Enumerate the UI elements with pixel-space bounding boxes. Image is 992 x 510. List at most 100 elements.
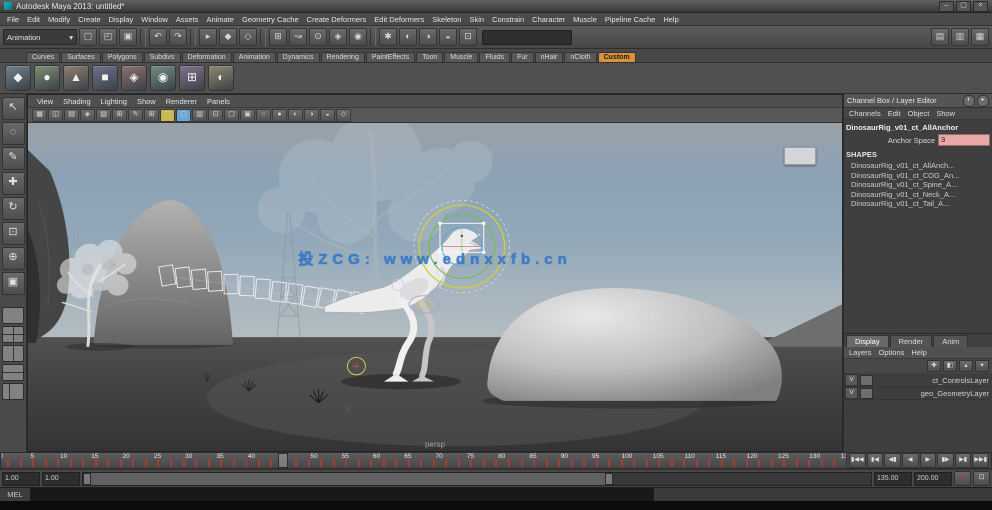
layer-menu-layers[interactable]: Layers (849, 348, 872, 357)
resolution-gate-icon[interactable]: ▢ (176, 109, 191, 122)
layer-row[interactable]: Vgeo_GeometryLayer (845, 387, 991, 400)
camera-attributes-icon[interactable]: ▤ (64, 109, 79, 122)
snap-to-point-icon[interactable]: ⊙ (309, 28, 327, 46)
lasso-tool[interactable]: ◌ (2, 122, 25, 145)
frame-label[interactable]: 20 (123, 453, 130, 460)
keyframe-tick[interactable] (533, 459, 535, 467)
layer-visibility-toggle[interactable]: V (845, 387, 858, 399)
menu-edit-deformers[interactable]: Edit Deformers (370, 15, 428, 24)
channel-box-shape-item[interactable]: DinosaurRig_v01_ct_Spine_A... (846, 180, 990, 190)
select-by-hierarchy-icon[interactable]: ▸ (199, 28, 217, 46)
keyframe-tick[interactable] (721, 459, 723, 467)
undo-icon[interactable]: ↶ (149, 28, 167, 46)
menu-edit[interactable]: Edit (23, 15, 44, 24)
playback-range-bar[interactable] (83, 473, 611, 485)
keyframe-tick[interactable] (671, 459, 673, 467)
shelf-tab-ncloth[interactable]: nCloth (564, 52, 596, 62)
keyframe-tick[interactable] (470, 459, 472, 467)
keyframe-tick[interactable] (733, 459, 735, 467)
animation-start-field[interactable]: 1.00 (2, 472, 40, 486)
xray-toggle-icon[interactable]: ◇ (336, 109, 351, 122)
range-end-handle[interactable] (605, 473, 613, 485)
keyframe-tick[interactable] (120, 459, 122, 467)
keyframe-tick[interactable] (708, 459, 710, 467)
menu-pipeline-cache[interactable]: Pipeline Cache (601, 15, 659, 24)
shelf-tab-nhair[interactable]: nHair (535, 52, 564, 62)
keyframe-tick[interactable] (621, 459, 623, 467)
construction-history-icon[interactable]: ✱ (379, 28, 397, 46)
keyframe-tick[interactable] (558, 459, 560, 467)
keyframe-tick[interactable] (445, 459, 447, 467)
keyframe-tick[interactable] (608, 459, 610, 467)
shelf-tab-subdivs[interactable]: Subdivs (144, 52, 181, 62)
layer-menu-help[interactable]: Help (911, 348, 926, 357)
command-line-mode-button[interactable]: MEL (0, 488, 31, 501)
keyframe-tick[interactable] (45, 459, 47, 467)
open-scene-icon[interactable]: ◰ (99, 28, 117, 46)
keyframe-tick[interactable] (220, 459, 222, 467)
shelf-tab-animation[interactable]: Animation (233, 52, 276, 62)
lock-camera-icon[interactable]: ◫ (48, 109, 63, 122)
maximize-button[interactable]: ▢ (956, 1, 971, 12)
keyframe-tick[interactable] (95, 459, 97, 467)
frame-label[interactable]: 60 (373, 453, 380, 460)
current-time-indicator[interactable] (278, 453, 288, 468)
channel-box-menu-show[interactable]: Show (936, 109, 955, 118)
image-plane-icon[interactable]: ▧ (96, 109, 111, 122)
frame-label[interactable]: 10 (60, 453, 67, 460)
snap-to-curve-icon[interactable]: ↝ (289, 28, 307, 46)
keyframe-tick[interactable] (383, 459, 385, 467)
frame-label[interactable]: 130 (809, 453, 820, 460)
snap-to-grid-icon[interactable]: ⊞ (269, 28, 287, 46)
keyframe-tick[interactable] (395, 459, 397, 467)
shelf-tab-polygons[interactable]: Polygons (102, 52, 143, 62)
render-settings-icon[interactable]: ⊡ (459, 28, 477, 46)
frame-label[interactable]: 120 (747, 453, 758, 460)
range-start-handle[interactable] (83, 473, 91, 485)
move-layer-up-icon[interactable]: ▴ (959, 360, 973, 372)
playback-range-slider[interactable] (82, 472, 872, 486)
menu-help[interactable]: Help (659, 15, 682, 24)
keyframe-tick[interactable] (796, 459, 798, 467)
frame-label[interactable]: 80 (498, 453, 505, 460)
new-empty-layer-icon[interactable]: ✚ (927, 360, 941, 372)
channel-box-menu-edit[interactable]: Edit (888, 109, 901, 118)
viewport-canvas[interactable]: 投ZCG: www.ednxxfb.cn persp (28, 123, 842, 451)
render-current-frame-icon[interactable]: ◑ (419, 28, 437, 46)
panel-menu-renderer[interactable]: Renderer (162, 97, 201, 106)
new-scene-icon[interactable]: ▢ (79, 28, 97, 46)
channel-box-shape-item[interactable]: DinosaurRig_v01_ct_Tail_A... (846, 199, 990, 209)
keyframe-tick[interactable] (495, 459, 497, 467)
shelf-tab-painteffects[interactable]: PaintEffects (366, 52, 415, 62)
play-backwards-button[interactable]: ◀ (902, 453, 919, 468)
film-gate-icon[interactable]: ▢ (160, 109, 175, 122)
last-tool[interactable]: ▣ (2, 272, 25, 295)
next-key-button[interactable]: ▮▶ (937, 453, 954, 468)
shelf-item-3[interactable]: ▲ (63, 65, 89, 91)
frame-label[interactable]: 50 (310, 453, 317, 460)
paint-select-tool[interactable]: ✎ (2, 147, 25, 170)
shelf-tab-curves[interactable]: Curves (26, 52, 60, 62)
select-by-component-icon[interactable]: ◇ (239, 28, 257, 46)
layer-menu-options[interactable]: Options (879, 348, 905, 357)
shelf-tab-custom[interactable]: Custom (598, 52, 636, 62)
frame-label[interactable]: 110 (684, 453, 694, 460)
step-forward-frame-button[interactable]: ▶▮ (955, 453, 972, 468)
layer-type-box[interactable] (860, 388, 873, 399)
frame-label[interactable]: 70 (436, 453, 443, 460)
new-layer-from-selected-icon[interactable]: ◧ (943, 360, 957, 372)
panel-options-icon[interactable]: ◐ (963, 95, 975, 107)
playback-end-field[interactable]: 135.00 (874, 472, 912, 486)
shelf-tab-fluids[interactable]: Fluids (479, 52, 510, 62)
panel-menu-shading[interactable]: Shading (59, 97, 95, 106)
open-render-view-icon[interactable]: ◐ (399, 28, 417, 46)
keyframe-tick[interactable] (433, 459, 435, 467)
keyframe-tick[interactable] (658, 459, 660, 467)
menu-create-deformers[interactable]: Create Deformers (303, 15, 371, 24)
shelf-item-5[interactable]: ◈ (121, 65, 147, 91)
animation-end-field[interactable]: 200.00 (914, 472, 952, 486)
keyframe-tick[interactable] (208, 459, 210, 467)
shelf-item-2[interactable]: ● (34, 65, 60, 91)
move-layer-down-icon[interactable]: ▾ (975, 360, 989, 372)
scale-tool[interactable]: ⊡ (2, 222, 25, 245)
